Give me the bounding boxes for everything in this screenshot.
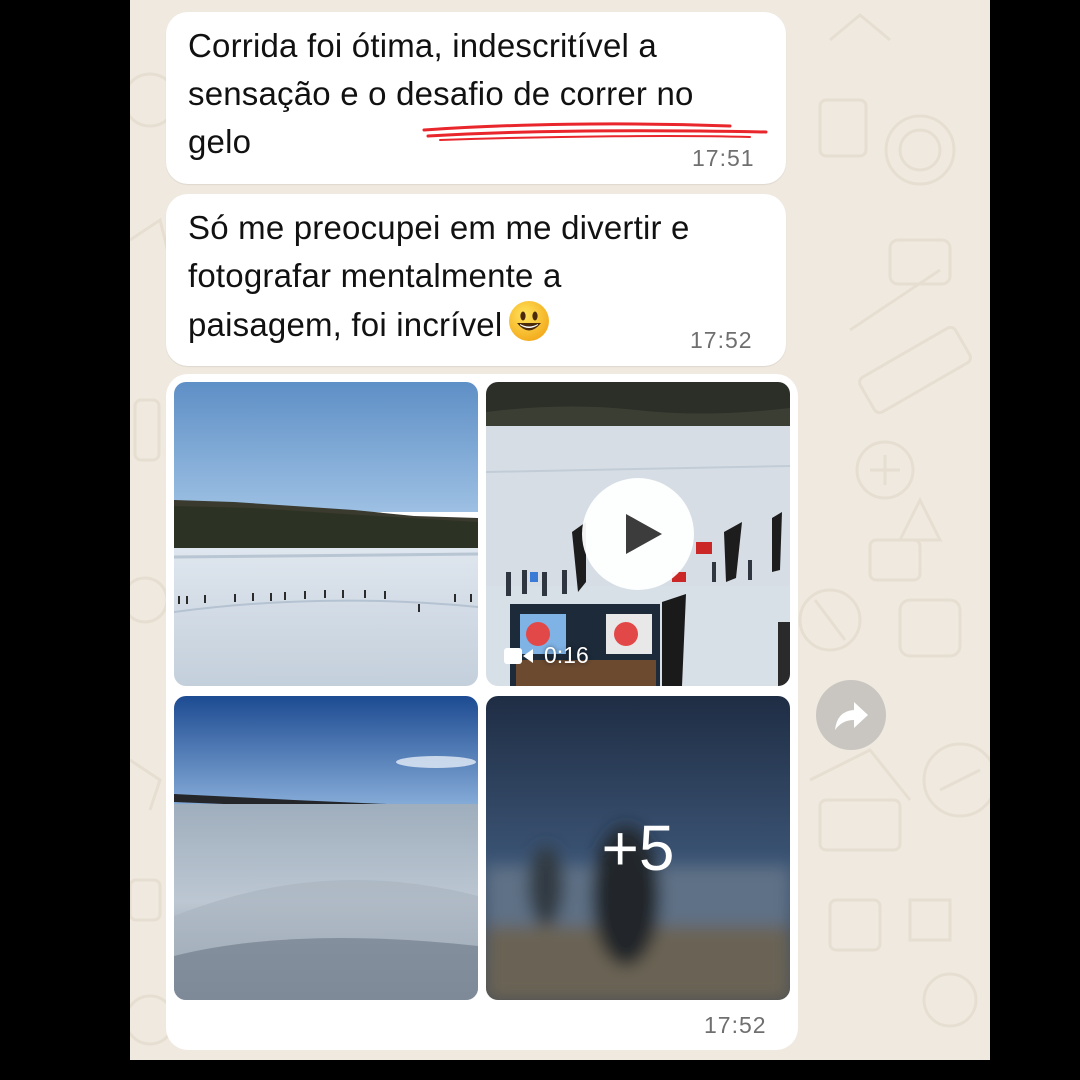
- smiling-face-emoji: [509, 301, 550, 341]
- message-line-last: paisagem, foi incrível: [188, 300, 690, 349]
- more-photos-thumbnail[interactable]: +5: [486, 696, 790, 1000]
- message-bubble-1[interactable]: Corrida foi ótima, indescritível a sensa…: [166, 12, 786, 184]
- message-line: fotografar mentalmente a: [188, 257, 562, 294]
- message-timestamp: 17:52: [690, 327, 753, 353]
- chat-panel[interactable]: Corrida foi ótima, indescritível a sensa…: [130, 0, 990, 1060]
- message-text: Só me preocupei em me divertir e fotogra…: [188, 204, 690, 349]
- album-timestamp: 17:52: [704, 1012, 767, 1038]
- more-photos-count: +5: [601, 812, 675, 884]
- red-underline-annotation: [422, 122, 768, 141]
- video-duration: 0:16: [544, 642, 589, 668]
- forward-icon: [835, 702, 868, 730]
- message-line-text: paisagem, foi incrível: [188, 306, 503, 343]
- message-line: Corrida foi ótima, indescritível a: [188, 27, 657, 64]
- play-button[interactable]: [582, 478, 694, 590]
- media-album-bubble[interactable]: 0:16 +5 17:52: [166, 374, 798, 1050]
- message-timestamp: 17:51: [692, 145, 755, 171]
- ice-closeup-photo: [174, 696, 478, 1000]
- photo-thumbnail-1[interactable]: [174, 382, 478, 686]
- frozen-lake-photo: [174, 382, 478, 686]
- video-camera-icon: [504, 647, 533, 664]
- forward-button[interactable]: [816, 680, 886, 750]
- message-line: Só me preocupei em me divertir e: [188, 209, 690, 246]
- video-duration-label: 0:16: [504, 642, 589, 669]
- message-bubble-2[interactable]: Só me preocupei em me divertir e fotogra…: [166, 194, 786, 366]
- video-thumbnail[interactable]: 0:16: [486, 382, 790, 686]
- photo-thumbnail-3[interactable]: [174, 696, 478, 1000]
- message-line: sensação e o desafio de correr no: [188, 75, 694, 112]
- play-icon: [626, 514, 662, 554]
